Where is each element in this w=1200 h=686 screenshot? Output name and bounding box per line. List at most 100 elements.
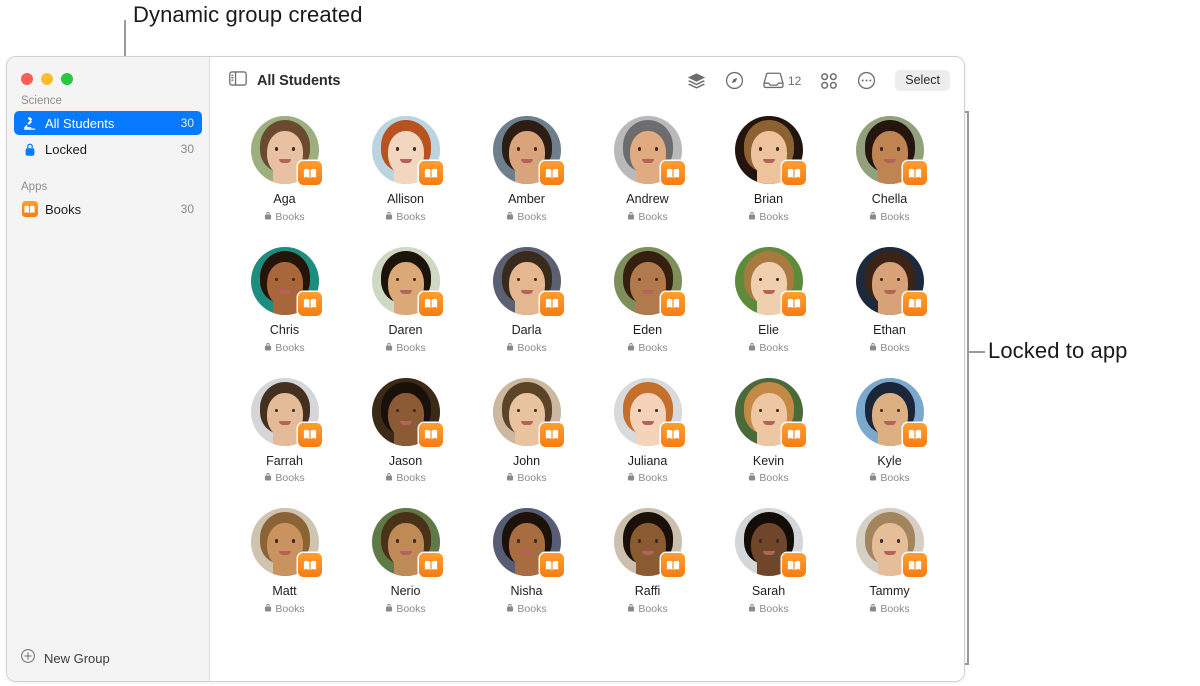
- student-card[interactable]: Eden Books: [587, 246, 708, 354]
- books-badge-icon: [539, 291, 564, 316]
- lock-icon: [627, 603, 635, 615]
- lock-icon: [385, 472, 393, 484]
- student-card[interactable]: Tammy Books: [829, 508, 950, 615]
- student-card[interactable]: Amber Books: [466, 116, 587, 223]
- window-traffic-lights: [7, 57, 209, 85]
- layers-icon[interactable]: [687, 72, 706, 90]
- avatar-wrap: [371, 116, 443, 185]
- student-status-label: Books: [759, 210, 789, 223]
- student-status-label: Books: [517, 341, 547, 354]
- student-card[interactable]: Matt Books: [224, 508, 345, 615]
- student-card[interactable]: John Books: [466, 377, 587, 484]
- student-status-label: Books: [759, 472, 789, 485]
- avatar-wrap: [250, 508, 322, 578]
- student-card[interactable]: Farrah Books: [224, 377, 345, 484]
- avatar-wrap: [371, 377, 443, 447]
- student-card[interactable]: Raffi Books: [587, 508, 708, 615]
- student-card[interactable]: Kevin Books: [708, 377, 829, 485]
- books-badge-icon: [902, 553, 927, 578]
- lock-icon: [627, 342, 635, 354]
- student-status-label: Books: [759, 341, 789, 354]
- student-card[interactable]: Juliana Books: [587, 377, 708, 485]
- student-card[interactable]: Aga Books: [224, 116, 345, 223]
- sidebar-item-label: Locked: [45, 141, 87, 157]
- student-card[interactable]: Allison Books: [345, 116, 466, 223]
- avatar-wrap: [613, 377, 685, 447]
- books-badge-icon: [660, 161, 685, 185]
- student-card[interactable]: Chella Books: [829, 116, 950, 223]
- student-card[interactable]: Kyle Books: [829, 377, 950, 484]
- student-name: Allison: [387, 192, 424, 206]
- more-ellipsis-icon[interactable]: [857, 71, 876, 90]
- books-badge-icon: [418, 422, 443, 447]
- student-name: Ethan: [873, 322, 906, 337]
- books-badge-icon: [660, 553, 685, 578]
- inbox-tray-icon[interactable]: 12: [763, 72, 801, 89]
- sidebar-toggle-icon[interactable]: [229, 70, 247, 91]
- student-status: Books: [748, 341, 789, 354]
- student-name: Amber: [508, 192, 545, 206]
- lock-icon: [869, 211, 877, 223]
- grid-view-icon[interactable]: [820, 72, 838, 90]
- books-badge-icon: [781, 553, 806, 578]
- student-status-label: Books: [396, 603, 426, 615]
- student-name: Juliana: [627, 453, 668, 468]
- student-name: Aga: [273, 192, 296, 206]
- sidebar-item-count: 30: [180, 142, 194, 156]
- books-badge-icon: [902, 161, 927, 185]
- books-badge-icon: [418, 291, 443, 316]
- sidebar-list: Science All Students 30 Locked 30 Apps B…: [7, 79, 209, 635]
- books-badge-icon: [297, 553, 322, 578]
- student-status-label: Books: [880, 603, 910, 615]
- student-card[interactable]: Sarah Books: [708, 508, 829, 615]
- student-name: Tammy: [869, 584, 910, 599]
- student-status: Books: [506, 472, 547, 484]
- avatar-wrap: [492, 377, 564, 447]
- student-card[interactable]: Brian Books: [708, 116, 829, 223]
- student-name: Raffi: [634, 584, 661, 599]
- select-button[interactable]: Select: [895, 69, 950, 92]
- student-status-label: Books: [517, 210, 547, 223]
- student-status: Books: [627, 341, 668, 354]
- student-name: Nisha: [510, 584, 543, 599]
- sidebar-footer: New Group: [7, 635, 209, 681]
- student-card[interactable]: Jason Books: [345, 377, 466, 484]
- lock-icon: [506, 342, 514, 354]
- compass-icon[interactable]: [725, 71, 744, 90]
- books-badge-icon: [297, 291, 322, 316]
- sidebar-item-books[interactable]: Books 30: [14, 197, 202, 221]
- student-status: Books: [627, 603, 668, 615]
- student-card[interactable]: Andrew Books: [587, 116, 708, 223]
- lock-icon: [748, 603, 756, 615]
- sidebar-item-all-students[interactable]: All Students 30: [14, 111, 202, 135]
- student-card[interactable]: Elie Books: [708, 246, 829, 354]
- student-card[interactable]: Nisha Books: [466, 508, 587, 615]
- sidebar: Science All Students 30 Locked 30 Apps B…: [7, 57, 210, 681]
- new-group-label: New Group: [44, 650, 110, 666]
- student-name: Chella: [871, 192, 908, 206]
- student-card[interactable]: Daren Books: [345, 246, 466, 354]
- student-status-label: Books: [638, 341, 668, 354]
- student-name: Darla: [511, 322, 542, 337]
- sidebar-section-apps-title: Apps: [21, 181, 48, 193]
- student-card[interactable]: Chris Books: [224, 246, 345, 354]
- books-badge-icon: [539, 553, 564, 578]
- student-status: Books: [627, 472, 668, 485]
- new-group-button[interactable]: New Group: [20, 648, 110, 669]
- student-card[interactable]: Nerio Books: [345, 508, 466, 615]
- student-status-label: Books: [638, 472, 668, 485]
- page-title: All Students: [257, 72, 341, 89]
- student-status-label: Books: [638, 603, 668, 615]
- lock-icon: [264, 603, 272, 615]
- lock-icon: [627, 472, 635, 484]
- sidebar-item-locked[interactable]: Locked 30: [14, 137, 202, 161]
- student-card[interactable]: Darla Books: [466, 246, 587, 354]
- student-card[interactable]: Ethan Books: [829, 246, 950, 354]
- books-badge-icon: [902, 422, 927, 447]
- avatar-wrap: [492, 116, 564, 185]
- annotation-locked-to-app: Locked to app: [988, 338, 1128, 363]
- students-scroll-area[interactable]: Aga Books Allison Books Amber Books Andrew Book…: [210, 104, 964, 681]
- avatar-wrap: [250, 246, 322, 316]
- inbox-count-badge: 12: [787, 73, 802, 88]
- avatar-wrap: [371, 246, 443, 316]
